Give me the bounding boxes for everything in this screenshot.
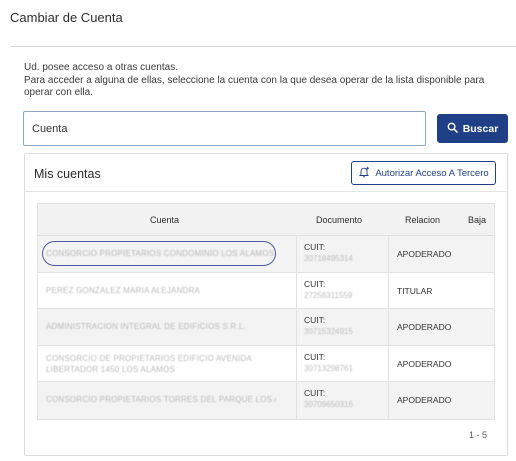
search-input[interactable] — [23, 111, 426, 146]
authorize-third-party-button[interactable]: Autorizar Acceso A Tercero — [351, 161, 496, 185]
table-row[interactable]: CONSORCIO PROPIETARIOS TORRES DEL PARQUE… — [38, 382, 494, 419]
column-header-documento: Documento — [316, 215, 363, 225]
intro-line-1: Ud. posee acceso a otras cuentas. — [24, 62, 178, 73]
table-header-row: Cuenta Documento Relacion Baja — [38, 204, 494, 236]
pagination-info: 1 - 5 — [468, 430, 487, 440]
accounts-table: Cuenta Documento Relacion Baja CONSORCIO… — [37, 203, 495, 420]
search-button[interactable]: Buscar — [437, 114, 508, 143]
account-relation: APODERADO — [397, 395, 452, 405]
table-row[interactable]: CONSORCIO DE PROPIETARIOS EDIFICIO AVENI… — [38, 345, 494, 382]
account-name[interactable]: CONSORCIO DE PROPIETARIOS EDIFICIO AVENI… — [46, 353, 276, 377]
account-relation: APODERADO — [397, 249, 452, 259]
account-relation: TITULAR — [397, 285, 433, 296]
account-document: CUIT: 30709650316 — [304, 388, 353, 409]
account-document: CUIT: 30715324915 — [304, 315, 353, 336]
account-name[interactable]: CONSORCIO PROPIETARIOS TORRES DEL PARQUE… — [46, 395, 276, 404]
account-name[interactable]: PEREZ GONZALEZ MARIA ALEJANDRA — [46, 286, 276, 295]
search-button-label: Buscar — [462, 122, 499, 135]
account-name[interactable]: ADMINISTRACION INTEGRAL DE EDIFICIOS S.R… — [46, 322, 276, 331]
account-document: CUIT: 30718495314 — [304, 242, 353, 263]
page-title: Cambiar de Cuenta — [10, 10, 123, 25]
accounts-card: Mis cuentas Autorizar Acceso A Tercero C… — [24, 153, 508, 456]
table-row[interactable]: ADMINISTRACION INTEGRAL DE EDIFICIOS S.R… — [38, 309, 494, 346]
account-document: CUIT: 30713298761 — [304, 351, 353, 373]
column-header-baja: Baja — [468, 215, 487, 225]
table-row[interactable]: CONSORCIO PROPIETARIOS CONDOMINIO LOS AL… — [38, 236, 494, 273]
intro-text: Ud. posee acceso a otras cuentas. Para a… — [24, 62, 508, 100]
column-header-cuenta: Cuenta — [150, 215, 180, 225]
account-document: CUIT: 27256311559 — [304, 278, 353, 300]
title-divider — [10, 46, 516, 47]
accounts-card-header: Mis cuentas Autorizar Acceso A Tercero — [25, 154, 507, 192]
intro-line-2: Para acceder a alguna de ellas, seleccio… — [24, 74, 485, 99]
table-row[interactable]: PEREZ GONZALEZ MARIA ALEJANDRA CUIT: 2725… — [38, 272, 494, 309]
bell-plus-icon — [358, 166, 370, 181]
accounts-card-title: Mis cuentas — [34, 167, 101, 181]
column-header-relacion: Relacion — [405, 215, 441, 225]
account-relation: APODERADO — [397, 358, 452, 369]
account-name[interactable]: CONSORCIO PROPIETARIOS CONDOMINIO LOS AL… — [46, 249, 276, 258]
search-icon — [447, 122, 458, 136]
authorize-button-label: Autorizar Acceso A Tercero — [375, 167, 489, 179]
account-relation: APODERADO — [397, 322, 452, 332]
